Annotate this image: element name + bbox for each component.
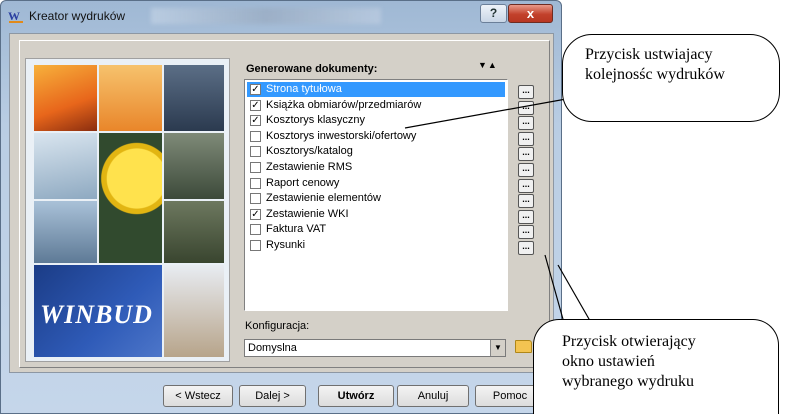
callout-settings: Przycisk otwierający okno ustawień wybra… (533, 319, 779, 414)
callout-text: kolejnosśc wydruków (585, 66, 725, 83)
callout-sort-order: Przycisk ustwiajacy kolejnosśc wydruków (562, 34, 780, 122)
callout-text: Przycisk ustwiajacy (585, 46, 713, 63)
callout-text: Przycisk otwierający (562, 333, 696, 350)
callout-text: okno ustawień (562, 353, 655, 370)
callout-text: wybranego wydruku (562, 373, 694, 390)
